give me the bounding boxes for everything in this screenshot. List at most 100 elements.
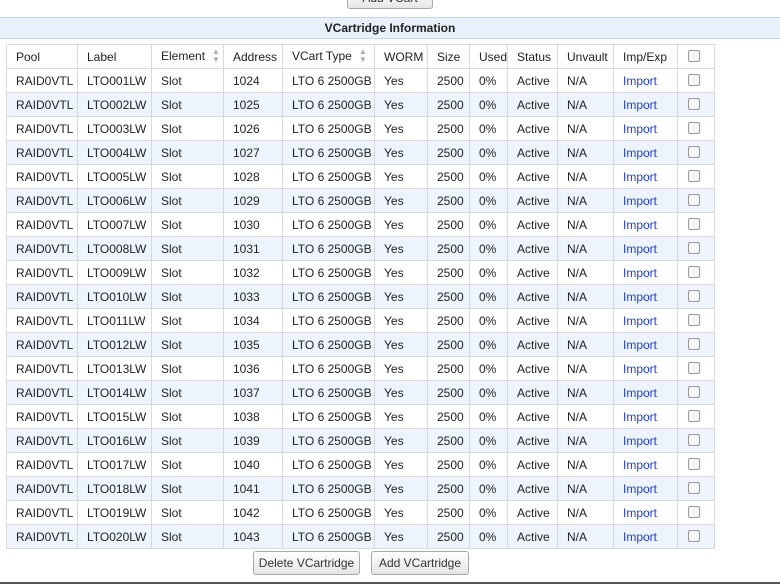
row-checkbox[interactable] xyxy=(688,410,700,423)
import-link[interactable]: Import xyxy=(623,530,657,544)
cell-select xyxy=(677,92,715,117)
sort-icon[interactable]: ▲ ▼ xyxy=(212,47,220,64)
table-row: RAID0VTL LTO020LW Slot 1043 LTO 6 2500GB… xyxy=(6,524,715,549)
cell-worm: Yes xyxy=(374,428,428,453)
import-link[interactable]: Import xyxy=(623,410,657,424)
cell-size: 2500 xyxy=(427,500,470,525)
row-checkbox[interactable] xyxy=(688,194,700,207)
row-checkbox[interactable] xyxy=(688,362,700,375)
import-link[interactable]: Import xyxy=(623,386,657,400)
row-checkbox[interactable] xyxy=(688,314,700,327)
cell-worm: Yes xyxy=(374,260,428,285)
cell-size: 2500 xyxy=(427,188,470,213)
import-link[interactable]: Import xyxy=(623,290,657,304)
column-header-size[interactable]: Size xyxy=(427,44,470,69)
table-row: RAID0VTL LTO007LW Slot 1030 LTO 6 2500GB… xyxy=(6,212,715,237)
cell-status: Active xyxy=(507,308,558,333)
select-all-checkbox[interactable] xyxy=(688,50,700,63)
cell-vcart-type: LTO 6 2500GB xyxy=(282,500,375,525)
row-checkbox[interactable] xyxy=(688,434,700,447)
cell-imp-exp: Import xyxy=(613,428,678,453)
row-checkbox[interactable] xyxy=(688,266,700,279)
cell-label: LTO012LW xyxy=(77,332,152,357)
cell-vcart-type: LTO 6 2500GB xyxy=(282,140,375,165)
cell-label: LTO004LW xyxy=(77,140,152,165)
row-checkbox[interactable] xyxy=(688,74,700,87)
column-header-address[interactable]: Address xyxy=(223,44,283,69)
cell-status: Active xyxy=(507,212,558,237)
column-header-label: Unvault xyxy=(567,49,608,64)
row-checkbox[interactable] xyxy=(688,242,700,255)
column-header-vcart-type[interactable]: VCart Type ▲ ▼ xyxy=(282,44,375,69)
import-link[interactable]: Import xyxy=(623,482,657,496)
import-link[interactable]: Import xyxy=(623,338,657,352)
row-checkbox[interactable] xyxy=(688,218,700,231)
cell-used: 0% xyxy=(469,188,508,213)
row-checkbox[interactable] xyxy=(688,506,700,519)
column-header-select-all[interactable] xyxy=(677,44,715,69)
import-link[interactable]: Import xyxy=(623,506,657,520)
column-header-label-col[interactable]: Label xyxy=(77,44,152,69)
cell-label: LTO007LW xyxy=(77,212,152,237)
cell-size: 2500 xyxy=(427,212,470,237)
cell-size: 2500 xyxy=(427,260,470,285)
cell-size: 2500 xyxy=(427,164,470,189)
column-header-pool[interactable]: Pool xyxy=(6,44,78,69)
column-header-used[interactable]: Used xyxy=(469,44,508,69)
column-header-worm[interactable]: WORM xyxy=(374,44,428,69)
cell-size: 2500 xyxy=(427,452,470,477)
cell-size: 2500 xyxy=(427,284,470,309)
cell-worm: Yes xyxy=(374,140,428,165)
cell-imp-exp: Import xyxy=(613,308,678,333)
row-checkbox[interactable] xyxy=(688,482,700,495)
import-link[interactable]: Import xyxy=(623,122,657,136)
row-checkbox[interactable] xyxy=(688,338,700,351)
row-checkbox[interactable] xyxy=(688,290,700,303)
column-header-unvault[interactable]: Unvault xyxy=(557,44,614,69)
cell-element: Slot xyxy=(151,284,224,309)
cell-status: Active xyxy=(507,140,558,165)
table-row: RAID0VTL LTO006LW Slot 1029 LTO 6 2500GB… xyxy=(6,188,715,213)
row-checkbox[interactable] xyxy=(688,386,700,399)
import-link[interactable]: Import xyxy=(623,74,657,88)
column-header-element[interactable]: Element ▲ ▼ xyxy=(151,44,224,69)
row-checkbox[interactable] xyxy=(688,122,700,135)
cell-select xyxy=(677,332,715,357)
cell-element: Slot xyxy=(151,68,224,93)
cell-vcart-type: LTO 6 2500GB xyxy=(282,236,375,261)
cell-worm: Yes xyxy=(374,284,428,309)
cell-worm: Yes xyxy=(374,308,428,333)
import-link[interactable]: Import xyxy=(623,434,657,448)
add-vcartridge-button[interactable]: Add VCartridge xyxy=(371,551,469,575)
delete-vcartridge-button[interactable]: Delete VCartridge xyxy=(253,551,360,575)
column-header-status[interactable]: Status xyxy=(507,44,558,69)
cell-address: 1036 xyxy=(223,356,283,381)
cell-status: Active xyxy=(507,380,558,405)
import-link[interactable]: Import xyxy=(623,146,657,160)
row-checkbox[interactable] xyxy=(688,98,700,111)
row-checkbox[interactable] xyxy=(688,458,700,471)
import-link[interactable]: Import xyxy=(623,266,657,280)
bottom-divider xyxy=(0,582,780,584)
cell-select xyxy=(677,116,715,141)
import-link[interactable]: Import xyxy=(623,170,657,184)
import-link[interactable]: Import xyxy=(623,458,657,472)
column-header-imp-exp[interactable]: Imp/Exp xyxy=(613,44,678,69)
row-checkbox[interactable] xyxy=(688,530,700,543)
cell-used: 0% xyxy=(469,380,508,405)
row-checkbox[interactable] xyxy=(688,146,700,159)
table-header-row: Pool Label Element ▲ ▼ Address VCart Type ▲… xyxy=(6,44,715,69)
import-link[interactable]: Import xyxy=(623,218,657,232)
cell-imp-exp: Import xyxy=(613,140,678,165)
cell-select xyxy=(677,188,715,213)
add-vcart-top-button[interactable]: Add VCart xyxy=(347,0,433,9)
import-link[interactable]: Import xyxy=(623,362,657,376)
cell-pool: RAID0VTL xyxy=(6,164,78,189)
import-link[interactable]: Import xyxy=(623,242,657,256)
import-link[interactable]: Import xyxy=(623,194,657,208)
import-link[interactable]: Import xyxy=(623,314,657,328)
sort-icon[interactable]: ▲ ▼ xyxy=(359,47,367,64)
import-link[interactable]: Import xyxy=(623,98,657,112)
row-checkbox[interactable] xyxy=(688,170,700,183)
column-header-label: WORM xyxy=(384,49,424,64)
